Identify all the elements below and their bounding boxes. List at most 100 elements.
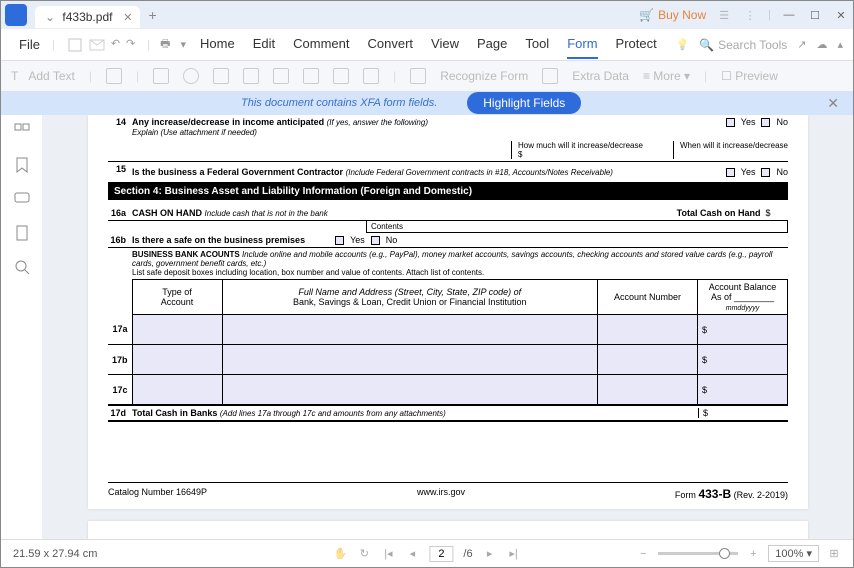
hand-tool-icon[interactable]: ✋ [333, 547, 347, 561]
cell-17b-acct[interactable] [598, 345, 698, 375]
zoom-slider[interactable] [658, 552, 738, 555]
maximize-button[interactable]: ☐ [807, 7, 823, 23]
search-panel-icon[interactable] [14, 259, 30, 275]
tab-edit[interactable]: Edit [253, 30, 275, 59]
row-15-hint: (Include Federal Government contracts in… [346, 168, 613, 177]
new-tab-button[interactable]: + [148, 7, 156, 23]
row-15-yes-checkbox[interactable] [726, 168, 735, 177]
collapse-ribbon-icon[interactable]: ▴ [837, 38, 843, 51]
tab-page[interactable]: Page [477, 30, 507, 59]
buy-now-link[interactable]: 🛒 Buy Now [639, 8, 706, 22]
file-menu[interactable]: File [11, 33, 48, 56]
zoom-thumb[interactable] [719, 548, 730, 559]
prev-page-button[interactable]: ◂ [405, 547, 419, 561]
rotate-icon[interactable]: ↻ [357, 547, 371, 561]
tab-home[interactable]: Home [200, 30, 235, 59]
thumbnails-icon[interactable] [14, 123, 30, 139]
row-16b-yes-checkbox[interactable] [335, 236, 344, 245]
highlight-fields-button[interactable]: Highlight Fields [467, 92, 581, 114]
print-dropdown-icon[interactable]: ▾ [181, 38, 187, 51]
signature-field-icon[interactable] [333, 68, 349, 84]
kebab-icon[interactable]: ⋮ [742, 7, 758, 23]
cloud-icon[interactable]: ☁ [816, 38, 827, 51]
attachments-icon[interactable] [15, 225, 29, 241]
row-14-num: 14 [108, 117, 132, 137]
cell-17a-bal[interactable]: $ [698, 315, 788, 345]
image-field-icon[interactable] [303, 68, 319, 84]
cell-17c-name[interactable] [222, 375, 597, 405]
undo-icon[interactable]: ↶ [111, 37, 120, 53]
combo-field-icon[interactable] [213, 68, 229, 84]
share-icon[interactable]: ↗ [797, 38, 806, 51]
more-button[interactable]: ≡ More ▾ [643, 69, 690, 83]
row-15-no-checkbox[interactable] [761, 168, 770, 177]
first-page-button[interactable]: |◂ [381, 547, 395, 561]
mail-icon[interactable] [89, 37, 105, 53]
minimize-button[interactable]: — [781, 7, 797, 23]
radio-field-icon[interactable] [183, 68, 199, 84]
row-17c-num: 17c [108, 375, 132, 405]
document-tab[interactable]: ⌄ f433b.pdf ✕ [35, 6, 140, 28]
cell-17c-type[interactable] [132, 375, 222, 405]
tab-view[interactable]: View [431, 30, 459, 59]
row-16b-label: Is there a safe on the business premises [132, 235, 305, 245]
left-sidebar [1, 115, 43, 545]
cell-17c-acct[interactable] [598, 375, 698, 405]
text-field-icon[interactable]: T [11, 69, 18, 83]
save-icon[interactable] [67, 37, 83, 53]
tab-convert[interactable]: Convert [367, 30, 413, 59]
row-14-yes-checkbox[interactable] [726, 118, 735, 127]
no-label: No [386, 235, 398, 245]
recognize-icon[interactable] [410, 68, 426, 84]
yes-label: Yes [350, 235, 365, 245]
preview-toggle[interactable]: ☐ Preview [721, 69, 778, 83]
row-17d-hint: (Add lines 17a through 17c and amounts f… [220, 409, 446, 418]
cell-17b-bal[interactable]: $ [698, 345, 788, 375]
lightbulb-icon[interactable]: 💡 [675, 38, 689, 51]
redo-icon[interactable]: ↷ [126, 37, 135, 53]
fit-page-icon[interactable]: ⊞ [827, 547, 841, 561]
tab-protect[interactable]: Protect [616, 30, 657, 59]
date-field-icon[interactable] [363, 68, 379, 84]
titlebar: ⌄ f433b.pdf ✕ + 🛒 Buy Now ☰ ⋮ | — ☐ ✕ [1, 1, 853, 29]
statusbar: 21.59 x 27.94 cm ✋ ↻ |◂ ◂ /6 ▸ ▸| − + 10… [1, 539, 853, 567]
tab-tool[interactable]: Tool [525, 30, 549, 59]
cell-17a-acct[interactable] [598, 315, 698, 345]
close-button[interactable]: ✕ [833, 7, 849, 23]
add-text-button[interactable]: Add Text [28, 69, 74, 83]
row-14-no-checkbox[interactable] [761, 118, 770, 127]
cell-17b-name[interactable] [222, 345, 597, 375]
cell-17b-type[interactable] [132, 345, 222, 375]
next-page-button[interactable]: ▸ [483, 547, 497, 561]
zoom-out-button[interactable]: − [636, 547, 650, 561]
print-icon[interactable]: 🖶 [160, 35, 170, 54]
document-view[interactable]: 14 Any increase/decrease in income antic… [43, 115, 853, 545]
row-16b-num: 16b [108, 235, 132, 245]
row-16b-no-checkbox[interactable] [371, 236, 380, 245]
cell-17a-type[interactable] [132, 315, 222, 345]
button-field-icon[interactable] [273, 68, 289, 84]
search-placeholder: Search Tools [718, 38, 787, 52]
field-icon-1[interactable] [106, 68, 122, 84]
recognize-form-button[interactable]: Recognize Form [440, 69, 528, 83]
zoom-in-button[interactable]: + [746, 547, 760, 561]
cell-17a-name[interactable] [222, 315, 597, 345]
tab-close-button[interactable]: ✕ [123, 11, 132, 24]
zoom-percent[interactable]: 100% ▾ [768, 545, 819, 562]
extra-data-icon[interactable] [542, 68, 558, 84]
banner-close-button[interactable]: ✕ [827, 95, 839, 112]
list-field-icon[interactable] [243, 68, 259, 84]
cell-17c-bal[interactable]: $ [698, 375, 788, 405]
user-icon[interactable]: ☰ [716, 7, 732, 23]
footer-url: www.irs.gov [417, 487, 465, 501]
extra-data-button[interactable]: Extra Data [572, 69, 629, 83]
tab-comment[interactable]: Comment [293, 30, 349, 59]
tab-form[interactable]: Form [567, 30, 597, 59]
comments-icon[interactable] [14, 191, 30, 207]
page-number-input[interactable] [429, 546, 453, 562]
checkbox-field-icon[interactable] [153, 68, 169, 84]
bookmarks-icon[interactable] [15, 157, 29, 173]
search-tools-input[interactable]: 🔍 Search Tools [699, 38, 787, 52]
last-page-button[interactable]: ▸| [507, 547, 521, 561]
total-cash-label: Total Cash on Hand [677, 208, 761, 218]
